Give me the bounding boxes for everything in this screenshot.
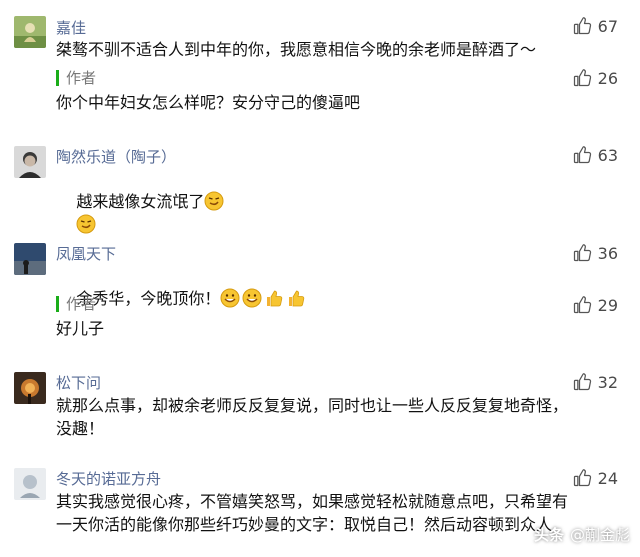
like-count: 63	[597, 145, 618, 165]
thumbs-up-icon	[572, 68, 592, 88]
thumbs-up-emoji-icon	[264, 288, 284, 308]
username[interactable]: 陶然乐道（陶子）	[56, 146, 176, 167]
reply-like-button[interactable]: 29	[572, 295, 618, 315]
like-button[interactable]: 24	[572, 468, 618, 488]
comment-text-line-1: 其实我感觉很心疼，不管嬉笑怒骂，如果感觉轻松就随意点吧，只希望有	[56, 492, 569, 511]
like-button[interactable]: 32	[572, 372, 618, 392]
username[interactable]: 冬天的诺亚方舟	[56, 468, 161, 489]
avatar[interactable]	[14, 243, 46, 275]
comment-text-line-1: 就那么点事，却被余老师反反复复说，同时也让一些人反反复复地奇怪，	[56, 396, 569, 415]
like-count: 24	[597, 468, 618, 488]
username[interactable]: 松下问	[56, 372, 101, 393]
like-button[interactable]: 36	[572, 243, 618, 263]
watermark: 头条 @蒯金彪	[534, 524, 630, 545]
thumbs-up-icon	[572, 295, 592, 315]
like-count: 29	[597, 295, 618, 315]
thumbs-up-icon	[572, 468, 592, 488]
reply-text: 好儿子	[56, 319, 105, 338]
author-label: 作者	[56, 296, 96, 312]
reply-like-button[interactable]: 26	[572, 68, 618, 88]
like-count: 67	[597, 16, 618, 36]
username[interactable]: 凤凰天下	[56, 243, 116, 264]
author-label: 作者	[56, 70, 96, 86]
comment-text-content: 余秀华，今晚顶你！	[76, 289, 221, 308]
like-button[interactable]: 63	[572, 145, 618, 165]
avatar[interactable]	[14, 372, 46, 404]
like-count: 32	[597, 372, 618, 392]
thumbs-up-icon	[572, 243, 592, 263]
avatar[interactable]	[14, 16, 46, 48]
thumbs-up-icon	[572, 16, 592, 36]
grin-emoji-icon	[220, 288, 240, 308]
like-count: 26	[597, 68, 618, 88]
thumbs-up-emoji-icon	[286, 288, 306, 308]
grin-emoji-icon	[242, 288, 262, 308]
like-button[interactable]: 67	[572, 16, 618, 36]
thumbs-up-icon	[572, 145, 592, 165]
comment-text-line-2: 没趣！	[56, 419, 105, 438]
watermark-brand: 头条	[533, 526, 564, 544]
avatar[interactable]	[14, 146, 46, 178]
thumbs-up-icon	[572, 372, 592, 392]
username[interactable]: 嘉佳	[56, 17, 86, 38]
comment-text-emoji-line	[56, 190, 626, 259]
like-count: 36	[597, 243, 618, 263]
watermark-author: @蒯金彪	[569, 526, 630, 544]
reply-text: 你个中年妇女怎么样呢？安分守己的傻逼吧	[56, 93, 361, 112]
comment-text: 桀骜不驯不适合人到中年的你，我愿意相信今晚的余老师是醉酒了～	[56, 40, 537, 59]
avatar[interactable]	[14, 468, 46, 500]
smirk-emoji-icon	[76, 214, 96, 234]
